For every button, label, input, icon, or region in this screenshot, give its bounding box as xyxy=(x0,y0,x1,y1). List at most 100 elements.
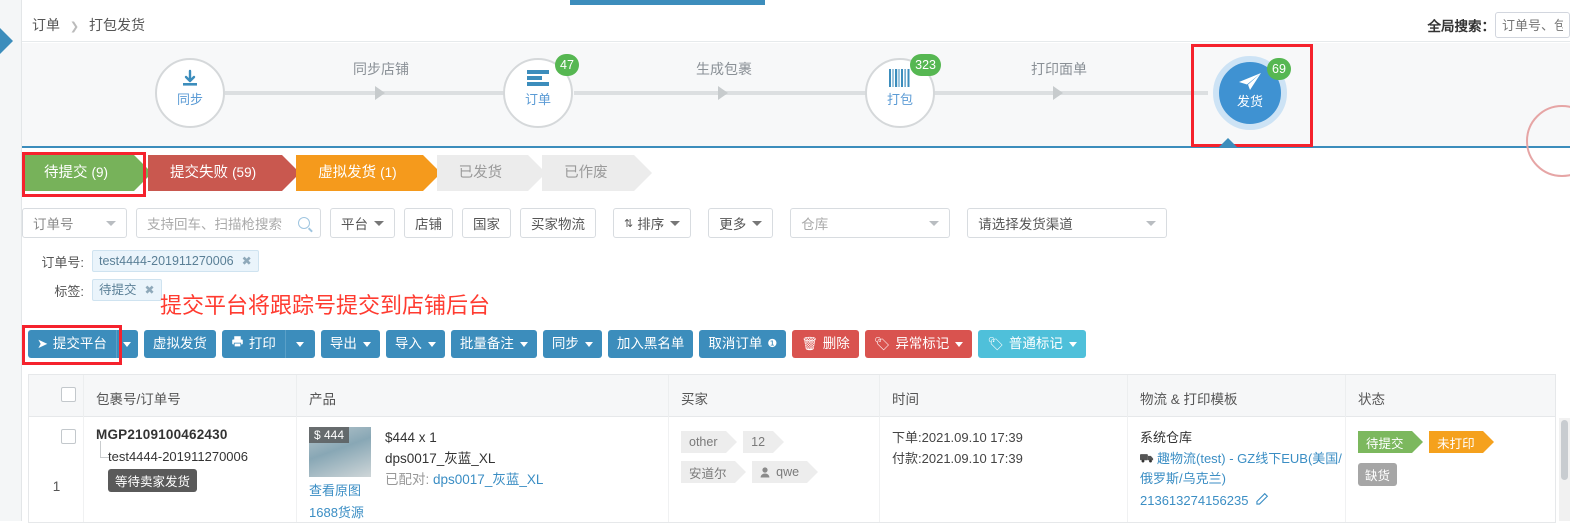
row-product-cell: $ 444 查看原图 1688货源 $444 x 1 dps0017_灰蓝_XL… xyxy=(297,417,669,522)
chip-order-value[interactable]: test4444-201911270006 ✖ xyxy=(92,250,259,272)
chevron-down-icon xyxy=(585,342,593,347)
export-label: 导出 xyxy=(330,331,357,357)
tab-voided[interactable]: 已作废 xyxy=(542,155,634,191)
shipping-channel[interactable]: 趣物流(test) - GZ线下EUB(美国/俄罗斯/乌克兰) xyxy=(1140,449,1345,488)
search-field-select-value: 订单号 xyxy=(33,213,74,233)
filter-platform[interactable]: 平台 xyxy=(330,208,395,238)
arrow-right-icon xyxy=(1053,86,1063,100)
virtual-ship-button[interactable]: 虚拟发货 xyxy=(144,330,216,358)
table-header-status: 状态 xyxy=(1346,375,1554,417)
blacklist-button[interactable]: 加入黑名单 xyxy=(608,330,694,358)
filter-more-label: 更多 xyxy=(719,213,746,233)
user-icon xyxy=(760,467,770,478)
row-checkbox[interactable] xyxy=(61,429,76,444)
filter-country[interactable]: 国家 xyxy=(462,208,511,238)
chevron-down-icon xyxy=(374,221,384,226)
search-field-select[interactable]: 订单号 xyxy=(22,208,127,238)
print-label: 打印 xyxy=(249,331,276,357)
cancel-order-button[interactable]: 取消订单 ❶ xyxy=(699,330,786,358)
filter-chip-order: 订单号: test4444-201911270006 ✖ xyxy=(22,250,259,272)
step-label-pack: 打包 xyxy=(867,92,933,107)
chip-tag-value[interactable]: 待提交 ✖ xyxy=(92,279,162,301)
printer-icon xyxy=(231,331,244,357)
blacklist-label: 加入黑名单 xyxy=(617,331,685,357)
global-search-input[interactable] xyxy=(1495,12,1570,38)
active-step-caret-icon xyxy=(1219,138,1237,147)
scrollbar-thumb[interactable] xyxy=(1561,420,1568,480)
filter-more[interactable]: 更多 xyxy=(708,208,773,238)
normal-mark-button[interactable]: 🏷 普通标记 xyxy=(978,330,1086,358)
info-icon: ❶ xyxy=(767,331,777,357)
filter-chip-tag: 标签: 待提交 ✖ xyxy=(22,279,162,301)
package-number[interactable]: MGP2109100462430 xyxy=(96,427,296,442)
table-row[interactable]: 1 MGP2109100462430 test4444-201911270006… xyxy=(29,417,1555,522)
sync-button[interactable]: 同步 xyxy=(543,330,602,358)
edit-icon[interactable] xyxy=(1256,493,1269,508)
left-rail xyxy=(0,0,22,521)
row-select-cell: 1 xyxy=(29,417,84,522)
chevron-down-icon xyxy=(296,342,304,347)
tracking-number-row[interactable]: 213613274156235 xyxy=(1140,491,1345,510)
search-input[interactable]: 支持回车、扫描枪搜索 xyxy=(136,208,321,238)
close-icon[interactable]: ✖ xyxy=(242,251,252,271)
buyer-name-tag: qwe xyxy=(752,461,807,483)
breadcrumb-item-orders[interactable]: 订单 xyxy=(32,17,60,33)
tab-label: 虚拟发货 xyxy=(318,165,376,181)
batch-note-label: 批量备注 xyxy=(460,331,514,357)
tab-label: 已发货 xyxy=(459,165,503,181)
filter-shop[interactable]: 店铺 xyxy=(404,208,453,238)
cancel-order-label: 取消订单 xyxy=(708,331,762,357)
filter-shop-label: 店铺 xyxy=(415,213,442,233)
close-icon[interactable]: ✖ xyxy=(145,280,155,300)
breadcrumb: 订单 ❯ 打包发货 xyxy=(32,15,145,35)
buyer-tag-country: 安道尔 xyxy=(681,461,735,483)
export-button[interactable]: 导出 xyxy=(321,330,380,358)
tab-count: (1) xyxy=(380,165,397,180)
product-matched-sku-link[interactable]: dps0017_灰蓝_XL xyxy=(433,472,543,487)
highlight-box-ship-step xyxy=(1191,44,1313,147)
tab-submit-failed[interactable]: 提交失败 (59) xyxy=(148,155,282,191)
page-header: 订单 ❯ 打包发货 全局搜索： xyxy=(22,5,1570,42)
filter-channel-select[interactable]: 请选择发货渠道 xyxy=(967,208,1167,238)
abnormal-mark-button[interactable]: 🏷 异常标记 xyxy=(865,330,973,358)
row-index: 1 xyxy=(29,479,84,494)
filter-sort[interactable]: ⇅ 排序 xyxy=(613,208,691,238)
row-status-cell: 待提交 未打印 缺货 xyxy=(1346,417,1554,522)
product-matched-label: 已配对: xyxy=(385,472,433,487)
sidebar-toggle-arrow-icon[interactable] xyxy=(0,28,13,54)
chip-tag-text: 待提交 xyxy=(99,280,137,300)
source-1688-link[interactable]: 1688货源 xyxy=(309,502,371,521)
delete-button[interactable]: 🗑 删除 xyxy=(792,330,859,358)
tab-shipped[interactable]: 已发货 xyxy=(437,155,529,191)
step-badge-pack: 323 xyxy=(910,54,941,76)
print-dropdown-button[interactable] xyxy=(285,330,315,358)
step-connector-label-3: 打印面单 xyxy=(1031,59,1087,79)
filter-bar: 订单号 支持回车、扫描枪搜索 平台 店铺 国家 买家物流 ⇅ 排序 更多 仓库 … xyxy=(22,208,1176,238)
filter-warehouse-select[interactable]: 仓库 xyxy=(790,208,950,238)
product-matched: 已配对: dps0017_灰蓝_XL xyxy=(385,469,543,490)
search-icon[interactable] xyxy=(298,217,310,229)
tab-virtual-ship[interactable]: 虚拟发货 (1) xyxy=(296,155,423,191)
chevron-down-icon xyxy=(428,342,436,347)
filter-buyer-logistics[interactable]: 买家物流 xyxy=(520,208,596,238)
vertical-scrollbar[interactable] xyxy=(1559,418,1570,521)
step-pack[interactable]: 323 打包 xyxy=(865,58,935,128)
chip-order-text: test4444-201911270006 xyxy=(99,251,234,271)
product-image[interactable]: $ 444 xyxy=(309,427,371,477)
print-button[interactable]: 打印 xyxy=(222,330,285,358)
view-original-image-link[interactable]: 查看原图 xyxy=(309,480,371,499)
step-orders[interactable]: 47 订单 xyxy=(503,58,573,128)
step-connector-label-1: 同步店铺 xyxy=(353,59,409,79)
row-logistics-cell: 系统仓库 趣物流(test) - GZ线下EUB(美国/俄罗斯/乌克兰) 213… xyxy=(1128,417,1346,522)
arrow-right-icon xyxy=(718,86,728,100)
tab-label: 提交失败 xyxy=(170,165,228,181)
step-sync[interactable]: 同步 xyxy=(155,58,225,128)
pay-time-value: 2021.09.10 17:39 xyxy=(922,451,1023,466)
import-button[interactable]: 导入 xyxy=(386,330,445,358)
workflow-steps: 同步店铺 生成包裹 打印面单 同步 47 订单 323 打包 69 xyxy=(22,43,1570,148)
select-all-checkbox[interactable] xyxy=(61,387,76,402)
order-number[interactable]: test4444-201911270006 xyxy=(108,449,296,464)
step-label-sync: 同步 xyxy=(157,92,223,107)
batch-note-button[interactable]: 批量备注 xyxy=(451,330,537,358)
shipping-channel-text: 趣物流(test) - GZ线下EUB(美国/俄罗斯/乌克兰) xyxy=(1140,451,1342,486)
